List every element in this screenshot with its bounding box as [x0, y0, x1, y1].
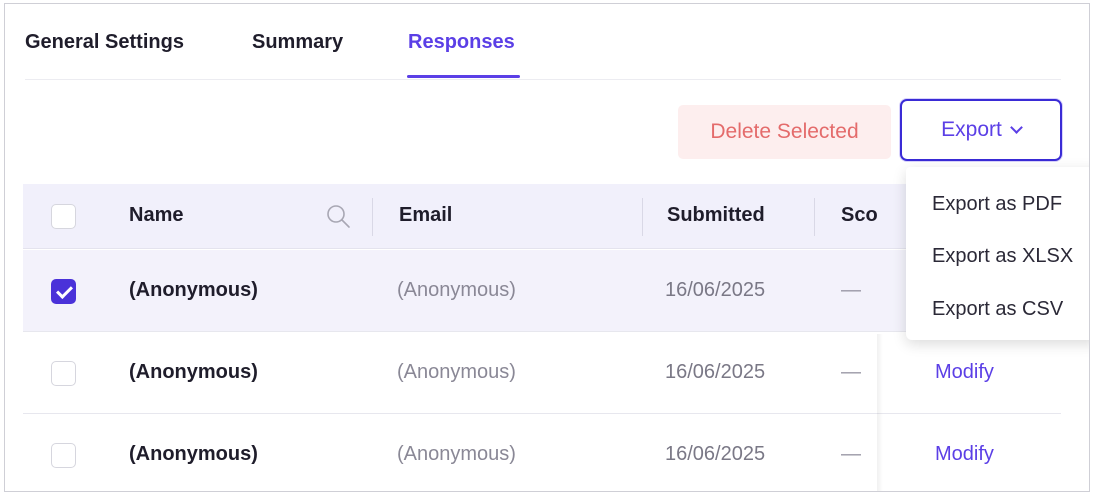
column-divider[interactable]	[814, 198, 815, 236]
response-email: (Anonymous)	[397, 279, 516, 301]
row-checkbox[interactable]	[51, 361, 76, 386]
tab-summary[interactable]: Summary	[252, 31, 343, 54]
response-submitted-date: 16/06/2025	[665, 279, 766, 301]
column-header-name: Name	[129, 204, 184, 226]
response-score: —	[841, 361, 861, 383]
response-submitted-date: 16/06/2025	[665, 361, 766, 383]
row-checkbox[interactable]	[51, 443, 76, 468]
column-divider[interactable]	[372, 198, 373, 236]
response-email: (Anonymous)	[397, 443, 516, 465]
column-header-email: Email	[399, 204, 453, 226]
select-all-checkbox[interactable]	[51, 204, 76, 229]
tab-bar: General Settings Summary Responses	[25, 4, 1061, 80]
row-checkbox[interactable]	[51, 279, 76, 304]
column-header-submitted: Submitted	[667, 204, 765, 226]
delete-selected-button[interactable]: Delete Selected	[678, 105, 891, 159]
export-csv-option[interactable]: Export as CSV	[932, 298, 1063, 321]
modify-link[interactable]: Modify	[935, 443, 994, 466]
export-button[interactable]: Export	[900, 99, 1062, 161]
response-score: —	[841, 279, 861, 301]
search-icon[interactable]	[325, 203, 351, 229]
active-tab-indicator	[407, 75, 520, 78]
sticky-column-shadow	[877, 334, 883, 491]
table-row[interactable]: (Anonymous) (Anonymous) 16/06/2025 — Mod…	[23, 414, 1061, 491]
column-header-score: Sco	[841, 204, 878, 226]
export-dropdown-menu: Export as PDF Export as XLSX Export as C…	[906, 167, 1089, 340]
response-name: (Anonymous)	[129, 443, 258, 465]
response-score: —	[841, 443, 861, 465]
export-button-label: Export	[941, 118, 1002, 141]
response-name: (Anonymous)	[129, 361, 258, 383]
response-name: (Anonymous)	[129, 279, 258, 301]
responses-panel: General Settings Summary Responses Delet…	[4, 3, 1090, 492]
response-submitted-date: 16/06/2025	[665, 443, 766, 465]
column-divider[interactable]	[642, 198, 643, 236]
table-row[interactable]: (Anonymous) (Anonymous) 16/06/2025 — Mod…	[23, 332, 1061, 414]
export-pdf-option[interactable]: Export as PDF	[932, 193, 1062, 216]
response-email: (Anonymous)	[397, 361, 516, 383]
export-xlsx-option[interactable]: Export as XLSX	[932, 245, 1073, 268]
chevron-down-icon	[1009, 121, 1023, 134]
tab-general-settings[interactable]: General Settings	[25, 31, 184, 54]
tab-responses[interactable]: Responses	[408, 31, 515, 54]
modify-link[interactable]: Modify	[935, 361, 994, 384]
